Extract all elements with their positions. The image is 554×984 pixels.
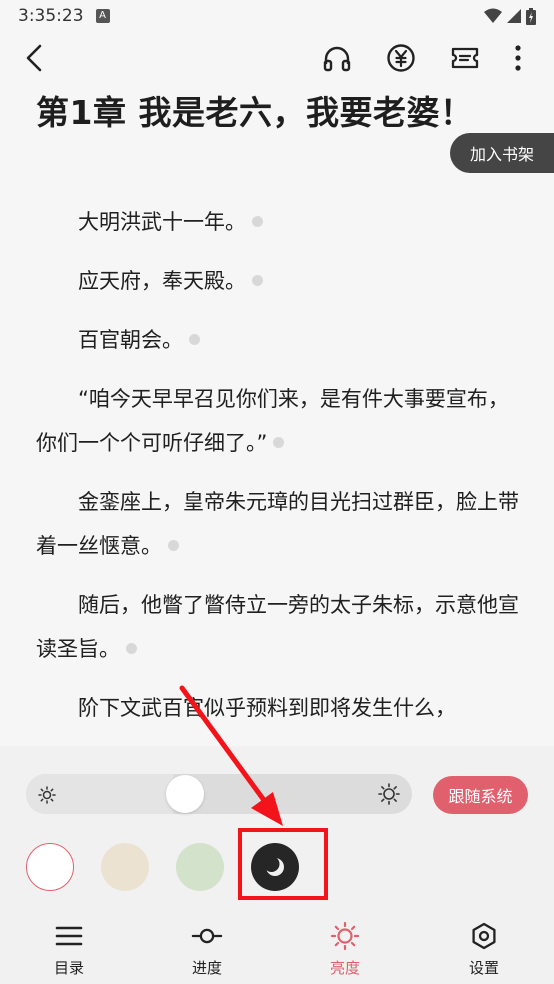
paragraph: 百官朝会。 [36, 318, 520, 362]
brightness-slider[interactable] [26, 774, 412, 814]
follow-system-button[interactable]: 跟随系统 [433, 776, 528, 814]
reader-toolbar [0, 32, 554, 84]
nav-label: 进度 [191, 959, 222, 977]
status-bar: 3:35:23 A [0, 0, 554, 32]
brightness-high-icon [378, 783, 400, 805]
paragraph-text: 随后，他瞥了瞥侍立一旁的太子朱标，示意他宣读圣旨。 [36, 593, 519, 661]
annotation-highlight-box [238, 828, 328, 900]
back-icon [26, 44, 42, 72]
paragraph-text: 百官朝会。 [78, 328, 183, 352]
wifi-icon [484, 8, 502, 23]
nav-label: 设置 [468, 959, 499, 977]
paragraph-text: “咱今天早早召见你们来，是有件大事要宣布，你们一个个可听仔细了。” [36, 387, 509, 455]
reward-button[interactable] [383, 40, 419, 76]
yuan-coin-icon [387, 44, 415, 72]
theme-beige-swatch[interactable] [101, 843, 149, 891]
chapter-title: 第1章 我是老六，我要老婆！ [36, 93, 474, 132]
comment-dot-icon[interactable] [252, 216, 263, 227]
brightness-icon [330, 921, 360, 951]
nav-item-brightness[interactable]: 亮度 [305, 916, 385, 984]
paragraph: 金銮座上，皇帝朱元璋的目光扫过群臣，脸上带着一丝惬意。 [36, 480, 520, 568]
brightness-slider-knob[interactable] [165, 775, 204, 813]
paragraph: “咱今天早早召见你们来，是有件大事要宣布，你们一个个可听仔细了。” [36, 377, 520, 465]
nav-item-progress[interactable]: 进度 [167, 916, 247, 984]
signal-icon [507, 9, 521, 23]
comment-dot-icon[interactable] [126, 643, 137, 654]
comment-dot-icon[interactable] [189, 334, 200, 345]
progress-icon [191, 928, 223, 944]
settings-icon [472, 922, 496, 950]
ticket-button[interactable] [447, 40, 483, 76]
paragraph: 随后，他瞥了瞥侍立一旁的太子朱标，示意他宣读圣旨。 [36, 583, 520, 671]
paragraph: 阶下文武百官似乎预料到即将发生什么， [36, 686, 520, 730]
nav-item-settings[interactable]: 设置 [444, 916, 524, 984]
bottom-nav: 目录 进度 亮度 设置 [0, 916, 554, 984]
chapter-content: 大明洪武十一年。 应天府，奉天殿。 百官朝会。 “咱今天早早召见你们来，是有件大… [36, 200, 520, 745]
headphones-icon [323, 46, 351, 72]
comment-dot-icon[interactable] [252, 275, 263, 286]
theme-white-swatch[interactable] [26, 843, 74, 891]
comment-dot-icon[interactable] [273, 437, 285, 448]
add-to-shelf-button[interactable]: 加入书架 [450, 133, 554, 173]
notification-badge: A [95, 9, 110, 23]
paragraph-text: 阶下文武百官似乎预料到即将发生什么， [78, 696, 456, 720]
back-button[interactable] [16, 40, 52, 76]
nav-item-toc[interactable]: 目录 [29, 916, 109, 984]
listen-button[interactable] [319, 40, 355, 76]
ticket-icon [451, 47, 479, 69]
nav-label: 亮度 [329, 959, 360, 977]
paragraph-text: 金銮座上，皇帝朱元璋的目光扫过群臣，脸上带着一丝惬意。 [36, 490, 519, 558]
paragraph: 大明洪武十一年。 [36, 200, 520, 244]
paragraph: 应天府，奉天殿。 [36, 259, 520, 303]
battery-icon [526, 7, 536, 25]
more-vertical-icon [515, 45, 521, 71]
comment-dot-icon[interactable] [168, 540, 179, 551]
theme-green-swatch[interactable] [176, 843, 224, 891]
paragraph-text: 大明洪武十一年。 [78, 210, 246, 234]
paragraph-text: 应天府，奉天殿。 [78, 269, 246, 293]
list-icon [55, 926, 83, 946]
nav-label: 目录 [53, 959, 84, 977]
more-button[interactable] [500, 40, 536, 76]
brightness-low-icon [38, 786, 56, 804]
status-time: 3:35:23 [18, 6, 84, 26]
